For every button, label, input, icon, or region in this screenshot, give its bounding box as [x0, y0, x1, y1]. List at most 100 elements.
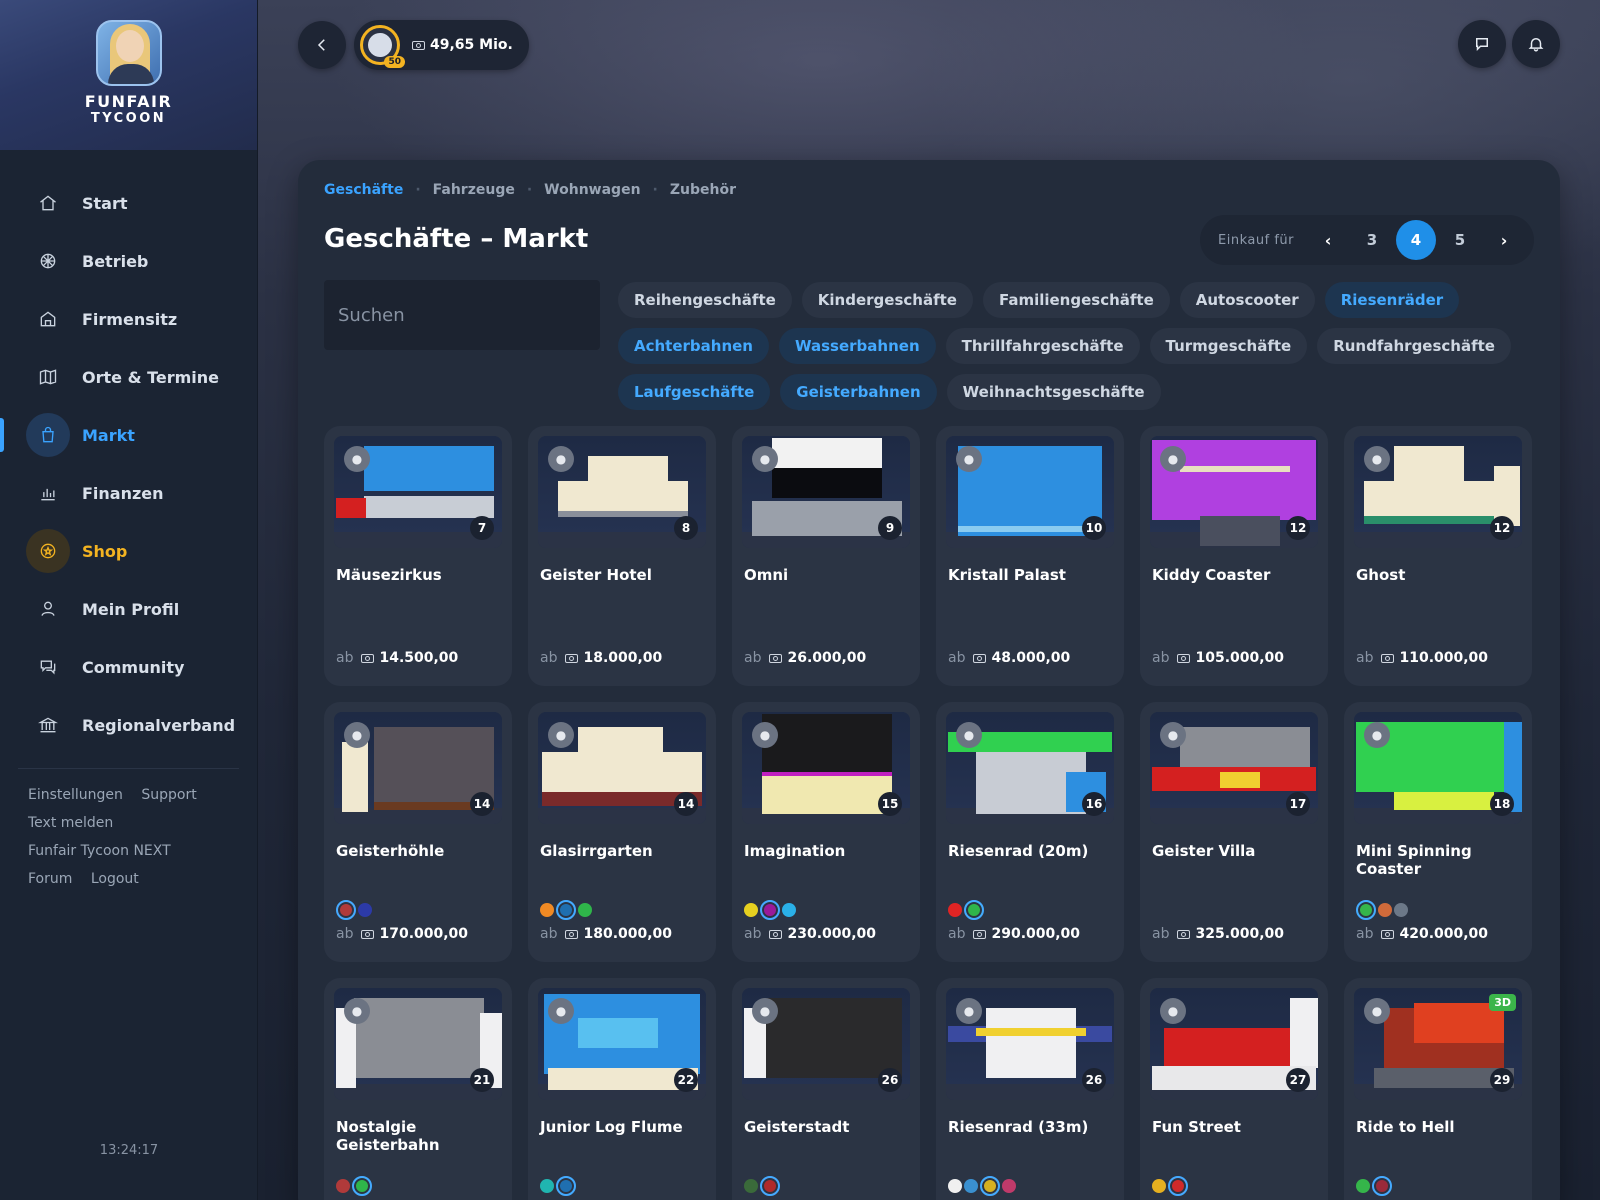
color-swatch[interactable] [1152, 1179, 1166, 1193]
color-swatch[interactable] [980, 1176, 1000, 1196]
pager-prev-button[interactable]: ‹ [1308, 220, 1348, 260]
filter-chip[interactable]: Riesenräder [1324, 282, 1460, 318]
color-swatch[interactable] [1002, 1179, 1016, 1193]
filter-chip[interactable]: Geisterbahnen [780, 374, 937, 410]
sidebar-item-finanzen[interactable]: Finanzen [0, 464, 257, 522]
filter-chip[interactable]: Reihengeschäfte [618, 282, 792, 318]
ride-card[interactable]: ● 29 3D Ride to Hell [1344, 978, 1532, 1200]
ride-card[interactable]: ● 22 Junior Log Flume [528, 978, 716, 1200]
filter-chip[interactable]: Turmgeschäfte [1149, 328, 1308, 364]
color-swatch[interactable] [964, 1179, 978, 1193]
link-einstellungen[interactable]: Einstellungen [28, 787, 123, 803]
color-swatch[interactable] [358, 903, 372, 917]
tab-zubehoer[interactable]: Zubehör [670, 182, 736, 198]
ride-card[interactable]: ● 8 Geister Hotel ab 18.000,00 [528, 426, 716, 686]
main-nav: Start Betrieb Firmensitz Orte & Termine … [0, 174, 257, 754]
color-swatch[interactable] [540, 903, 554, 917]
ride-card[interactable]: ● 16 Riesenrad (20m) ab 290.000,00 [936, 702, 1124, 962]
messages-button[interactable] [1458, 20, 1506, 68]
ride-card[interactable]: ● 14 Geisterhöhle ab 170.000,00 [324, 702, 512, 962]
ride-card[interactable]: ● 10 Kristall Palast ab 48.000,00 [936, 426, 1124, 686]
link-funfair-tycoon-next[interactable]: Funfair Tycoon NEXT [28, 843, 171, 859]
ride-card[interactable]: ● 17 Geister Villa ab 325.000,00 [1140, 702, 1328, 962]
app-logo[interactable]: FUNFAIR TYCOON [0, 0, 257, 150]
ride-card[interactable]: ● 21 Nostalgie Geisterbahn [324, 978, 512, 1200]
ride-card[interactable]: ● 15 Imagination ab 230.000,00 [732, 702, 920, 962]
link-logout[interactable]: Logout [91, 871, 139, 887]
balance-pill[interactable]: 50 49,65 Mio. [354, 20, 529, 70]
sidebar-item-orte-termine[interactable]: Orte & Termine [0, 348, 257, 406]
filter-chip[interactable]: Achterbahnen [618, 328, 769, 364]
tab-wohnwagen[interactable]: Wohnwagen [544, 182, 640, 198]
ride-card[interactable]: ● 12 Ghost ab 110.000,00 [1344, 426, 1532, 686]
color-swatch[interactable] [1356, 1179, 1370, 1193]
link-support[interactable]: Support [141, 787, 196, 803]
filter-chip[interactable]: Autoscooter [1179, 282, 1315, 318]
color-swatch[interactable] [760, 1176, 780, 1196]
filter-chip[interactable]: Kindergeschäfte [801, 282, 973, 318]
color-swatch[interactable] [1378, 903, 1392, 917]
pager-page-4[interactable]: 4 [1396, 220, 1436, 260]
color-swatch[interactable] [578, 903, 592, 917]
ride-thumbnail: ● 21 [334, 988, 502, 1100]
filter-chip[interactable]: Thrillfahrgeschäfte [945, 328, 1140, 364]
color-swatch[interactable] [760, 900, 780, 920]
ghost-icon: ● [752, 998, 778, 1024]
filter-chip[interactable]: Wasserbahnen [779, 328, 936, 364]
notifications-button[interactable] [1512, 20, 1560, 68]
filter-chip[interactable]: Weihnachtsgeschäfte [946, 374, 1161, 410]
sidebar-item-mein-profil[interactable]: Mein Profil [0, 580, 257, 638]
ride-card[interactable]: ● 14 Glasirrgarten ab 180.000,00 [528, 702, 716, 962]
breadcrumb-separator: · [526, 182, 533, 198]
ride-thumbnail: ● 9 [742, 436, 910, 548]
pager-page-5[interactable]: 5 [1440, 220, 1480, 260]
color-swatch[interactable] [1356, 900, 1376, 920]
color-swatch[interactable] [782, 903, 796, 917]
sidebar-item-markt[interactable]: Markt [0, 406, 257, 464]
color-swatch[interactable] [1394, 903, 1408, 917]
color-swatch[interactable] [1372, 1176, 1392, 1196]
filter-chip[interactable]: Laufgeschäfte [618, 374, 771, 410]
search-input[interactable]: Suchen [324, 280, 600, 350]
color-swatch[interactable] [744, 1179, 758, 1193]
color-swatch[interactable] [352, 1176, 372, 1196]
filter-chip[interactable]: Familiengeschäfte [982, 282, 1170, 318]
level-badge: 50 [384, 56, 405, 68]
link-forum[interactable]: Forum [28, 871, 72, 887]
ride-card[interactable]: ● 12 Kiddy Coaster ab 105.000,00 [1140, 426, 1328, 686]
sidebar-item-shop[interactable]: Shop [0, 522, 257, 580]
color-swatch[interactable] [948, 1179, 962, 1193]
sidebar-item-betrieb[interactable]: Betrieb [0, 232, 257, 290]
color-swatch[interactable] [948, 903, 962, 917]
logo-subtitle: TYCOON [90, 111, 167, 126]
ride-card[interactable]: ● 7 Mäusezirkus ab 14.500,00 [324, 426, 512, 686]
map-icon [26, 355, 70, 399]
color-swatch[interactable] [336, 1179, 350, 1193]
breadcrumb-separator: · [652, 182, 658, 198]
pager-page-3[interactable]: 3 [1352, 220, 1392, 260]
sidebar-item-community[interactable]: Community [0, 638, 257, 696]
ride-card[interactable]: ● 27 Fun Street [1140, 978, 1328, 1200]
link-text-melden[interactable]: Text melden [28, 815, 113, 831]
ride-card[interactable]: ● 9 Omni ab 26.000,00 [732, 426, 920, 686]
color-swatch[interactable] [556, 900, 576, 920]
color-swatch[interactable] [1168, 1176, 1188, 1196]
back-button[interactable] [298, 21, 346, 69]
ride-card[interactable]: ● 18 Mini Spinning Coaster ab 420.000,00 [1344, 702, 1532, 962]
color-swatch[interactable] [744, 903, 758, 917]
sidebar-item-firmensitz[interactable]: Firmensitz [0, 290, 257, 348]
tab-geschaefte[interactable]: Geschäfte [324, 182, 403, 198]
sidebar-item-regionalverband[interactable]: Regionalverband [0, 696, 257, 754]
ride-card[interactable]: ● 26 Geisterstadt [732, 978, 920, 1200]
color-swatch[interactable] [336, 900, 356, 920]
color-swatch[interactable] [540, 1179, 554, 1193]
pager-next-button[interactable]: › [1484, 220, 1524, 260]
ride-card[interactable]: ● 26 Riesenrad (33m) [936, 978, 1124, 1200]
tab-fahrzeuge[interactable]: Fahrzeuge [433, 182, 515, 198]
color-swatch[interactable] [556, 1176, 576, 1196]
sidebar-item-start[interactable]: Start [0, 174, 257, 232]
color-swatch[interactable] [964, 900, 984, 920]
ride-thumbnail: ● 18 [1354, 712, 1522, 824]
filter-chip[interactable]: Rundfahrgeschäfte [1317, 328, 1511, 364]
coaster-icon: ● [1364, 722, 1390, 748]
